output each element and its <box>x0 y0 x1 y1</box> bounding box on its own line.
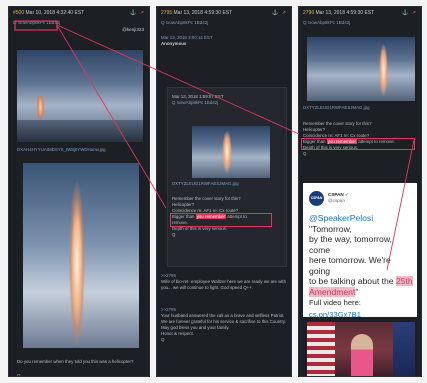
connector-line <box>386 139 415 271</box>
connector-lines <box>14 20 415 271</box>
connector-line <box>56 24 300 135</box>
date-highlight-box <box>14 20 58 31</box>
connector-line <box>56 24 167 209</box>
